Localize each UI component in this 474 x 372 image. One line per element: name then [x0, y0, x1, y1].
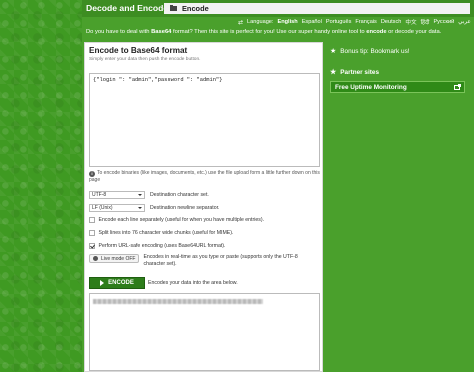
- newline-select[interactable]: LF (Unix): [89, 204, 145, 212]
- live-mode-row: Live mode OFF Encodes in real-time as yo…: [89, 254, 313, 268]
- output-blurred-text: [93, 299, 263, 304]
- language-english[interactable]: English: [277, 19, 297, 25]
- partner-sites-heading: ★ Partner sites: [330, 68, 379, 77]
- option-row: Encode each line separately (useful for …: [89, 217, 264, 223]
- url-safe-checkbox[interactable]: [89, 243, 95, 249]
- encode-panel: Encode to Base64 format Simply enter you…: [84, 42, 323, 372]
- option-label: Encode each line separately (useful for …: [98, 217, 265, 223]
- encode-button[interactable]: ENCODE: [89, 277, 145, 289]
- partner-link-uptime[interactable]: Free Uptime Monitoring: [330, 81, 465, 93]
- encode-note: Encodes your data into the area below.: [148, 280, 238, 286]
- option-label: Split lines into 76 character wide chunk…: [98, 230, 234, 236]
- language-french[interactable]: Français: [355, 19, 376, 25]
- language-label: Language:: [247, 19, 274, 25]
- output-textarea[interactable]: [89, 293, 320, 371]
- chevron-down-icon: [138, 207, 142, 209]
- live-mode-description: Encodes in real-time as you type or past…: [143, 254, 298, 267]
- breadcrumb[interactable]: Encode: [164, 3, 470, 14]
- external-link-icon: [454, 83, 461, 90]
- newline-row: LF (Unix) Destination newline separator.: [89, 204, 220, 212]
- upload-hint: i To encode binaries (like images, docume…: [89, 170, 320, 183]
- folder-icon: [170, 4, 177, 11]
- split-lines-checkbox[interactable]: [89, 230, 95, 236]
- input-textarea[interactable]: {"login ": "admin","password ": "admin"}: [89, 73, 320, 167]
- option-label: Perform URL-safe encoding (uses Base64UR…: [98, 243, 226, 249]
- language-chinese[interactable]: 中文: [405, 18, 416, 26]
- language-portuguese[interactable]: Português: [326, 19, 352, 25]
- option-row: Split lines into 76 character wide chunk…: [89, 230, 233, 236]
- translate-icon: ⇄: [238, 19, 244, 26]
- page-title: Encode to Base64 format: [89, 46, 188, 55]
- charset-row: UTF-8 Destination character set.: [89, 191, 209, 199]
- intro-text: Do you have to deal with Base64 format? …: [86, 29, 442, 35]
- language-bar: ⇄ Language: English Español Português Fr…: [238, 18, 471, 26]
- language-german[interactable]: Deutsch: [381, 19, 402, 25]
- chevron-down-icon: [138, 194, 142, 196]
- star-icon: ★: [330, 69, 337, 76]
- language-russian[interactable]: Русский: [433, 19, 454, 25]
- language-spanish[interactable]: Español: [302, 19, 322, 25]
- toggle-icon: [93, 256, 98, 261]
- newline-label: Destination newline separator.: [150, 205, 220, 211]
- play-icon: [100, 280, 105, 286]
- language-arabic[interactable]: عربي: [458, 19, 471, 25]
- panel-subtitle: Simply enter your data then push the enc…: [89, 57, 201, 62]
- live-mode-toggle[interactable]: Live mode OFF: [89, 254, 140, 263]
- breadcrumb-label: Encode: [182, 4, 209, 13]
- background-pattern: [0, 0, 82, 372]
- option-row: Perform URL-safe encoding (uses Base64UR…: [89, 243, 225, 249]
- star-icon: ★: [330, 48, 337, 55]
- separate-lines-checkbox[interactable]: [89, 217, 95, 223]
- site-title[interactable]: Decode and Encode: [86, 3, 168, 13]
- charset-label: Destination character set.: [150, 192, 209, 198]
- language-hindi[interactable]: हिंदी: [421, 18, 430, 26]
- bonus-tip: ★ Bonus tip: Bookmark us!: [330, 47, 410, 56]
- charset-select[interactable]: UTF-8: [89, 191, 145, 199]
